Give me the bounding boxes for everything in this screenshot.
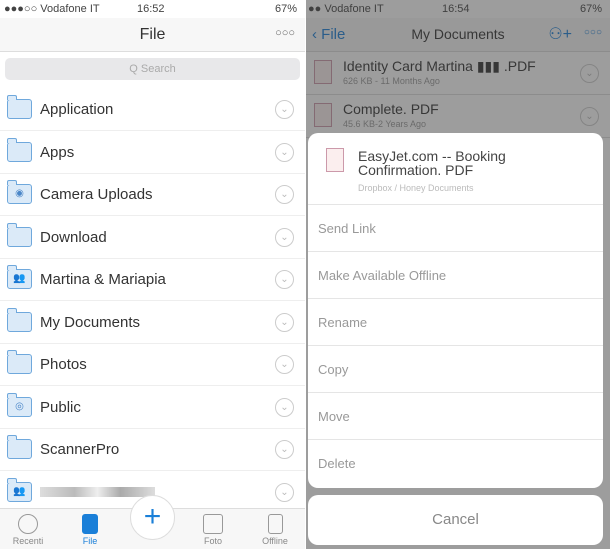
nav-bar: File ○○○ bbox=[0, 18, 305, 52]
chevron-down-icon[interactable]: ⌄ bbox=[275, 355, 294, 374]
action-rename[interactable]: Rename bbox=[308, 299, 603, 346]
folder-name: Public bbox=[40, 398, 81, 416]
folder-row[interactable]: Apps ⌄ bbox=[0, 131, 305, 174]
folder-name: Camera Uploads bbox=[40, 186, 153, 203]
status-bar: ●●●○○ Vodafone IT 16:52 67% bbox=[0, 0, 305, 18]
chevron-down-icon[interactable]: ⌄ bbox=[275, 270, 294, 289]
chevron-down-icon[interactable]: ⌄ bbox=[275, 312, 294, 332]
action-sheet-header: EasyJet.com -- Booking Confirmation. PDF… bbox=[308, 133, 603, 205]
tab-label: File bbox=[82, 536, 98, 546]
folder-row[interactable]: 👥 Martina & Mariapia ⌄ bbox=[0, 258, 305, 301]
file-title: EasyJet.com -- Booking Confirmation. PDF bbox=[358, 148, 506, 178]
folder-icon bbox=[7, 350, 32, 374]
folder-name: Application bbox=[40, 101, 114, 118]
blurred-name bbox=[40, 486, 155, 497]
tab-label: Recenti bbox=[12, 536, 44, 546]
tab-recenti[interactable]: Recenti bbox=[3, 514, 53, 546]
tab-label: Offline bbox=[262, 536, 288, 546]
folder-row[interactable]: Download ⌄ bbox=[0, 216, 305, 259]
folder-name: Download bbox=[40, 228, 107, 246]
folder-name: Photos bbox=[40, 356, 87, 373]
folder-name: Martina & Mariapia bbox=[40, 271, 166, 288]
carrier: ●●●○○ Vodafone IT bbox=[4, 3, 100, 15]
tab-label: Foto bbox=[203, 536, 222, 546]
folder-icon bbox=[7, 95, 32, 119]
more-icon[interactable]: ○○○ bbox=[275, 27, 295, 39]
clock-icon bbox=[18, 514, 38, 534]
action-make-available-offline[interactable]: Make Available Offline bbox=[308, 252, 603, 299]
chevron-down-icon[interactable]: ⌄ bbox=[275, 482, 294, 502]
folder-row[interactable]: ◉ Camera Uploads ⌄ bbox=[0, 173, 305, 216]
folder-name: Apps bbox=[40, 143, 75, 161]
chevron-down-icon[interactable]: ⌄ bbox=[275, 100, 294, 119]
chevron-down-icon[interactable]: ⌄ bbox=[275, 440, 294, 459]
action-send-link[interactable]: Send Link bbox=[308, 205, 603, 252]
chevron-down-icon[interactable]: ⌄ bbox=[275, 227, 294, 247]
shared-folder-icon: 👥 bbox=[7, 477, 32, 502]
folder-name: My Documents bbox=[40, 313, 141, 331]
public-folder-icon: ◎ bbox=[7, 392, 32, 417]
folder-row[interactable]: ◎ Public ⌄ bbox=[0, 386, 305, 429]
cancel-button[interactable]: Cancel bbox=[308, 495, 603, 545]
folder-row[interactable]: Photos ⌄ bbox=[0, 343, 305, 386]
battery: 67% bbox=[274, 3, 297, 15]
folder-icon bbox=[7, 137, 32, 162]
chevron-down-icon[interactable]: ⌄ bbox=[275, 185, 294, 204]
folder-row[interactable]: My Documents ⌄ bbox=[0, 301, 305, 344]
file-path: Dropbox / Honey Documents bbox=[358, 183, 474, 193]
file-browser-screen: ●●●○○ Vodafone IT 16:52 67% File ○○○ Q S… bbox=[0, 0, 305, 549]
chevron-down-icon[interactable]: ⌄ bbox=[275, 397, 294, 417]
photo-icon bbox=[203, 514, 223, 534]
folder-icon bbox=[7, 222, 32, 247]
camera-folder-icon: ◉ bbox=[7, 180, 32, 204]
pdf-icon bbox=[326, 148, 344, 172]
search-input[interactable]: Q Search bbox=[5, 58, 300, 80]
offline-download-icon bbox=[267, 514, 283, 534]
folder-icon bbox=[7, 307, 32, 332]
action-move[interactable]: Move bbox=[308, 393, 603, 440]
my-documents-screen: ●● Vodafone IT 16:54 67% ‹ File My Docum… bbox=[306, 0, 610, 549]
chevron-down-icon[interactable]: ⌄ bbox=[275, 142, 294, 162]
action-copy[interactable]: Copy bbox=[308, 346, 603, 393]
folder-name: ScannerPro bbox=[40, 441, 120, 458]
action-delete[interactable]: Delete bbox=[308, 440, 603, 487]
tab-file[interactable]: File bbox=[65, 514, 115, 546]
folder-row[interactable]: ScannerPro ⌄ bbox=[0, 428, 305, 471]
action-sheet: EasyJet.com -- Booking Confirmation. PDF… bbox=[308, 133, 603, 488]
shared-folder-icon: 👥 bbox=[7, 265, 32, 289]
tab-foto[interactable]: Foto bbox=[188, 514, 238, 546]
folder-icon bbox=[7, 435, 32, 459]
page-title: File bbox=[139, 26, 166, 43]
add-button[interactable]: + bbox=[130, 495, 175, 540]
tab-offline[interactable]: Offline bbox=[250, 514, 300, 546]
document-icon bbox=[82, 514, 98, 534]
folder-row[interactable]: Application ⌄ bbox=[0, 88, 305, 131]
time: 16:52 bbox=[137, 3, 165, 15]
